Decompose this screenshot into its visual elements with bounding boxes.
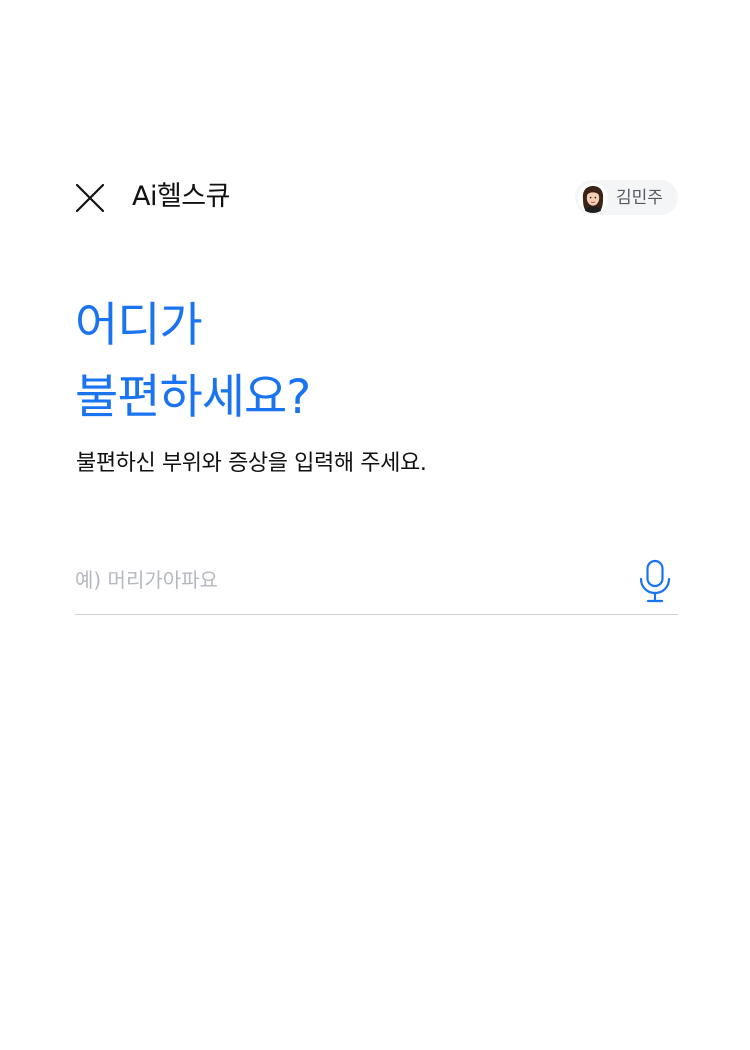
app-title: Ai헬스큐	[132, 181, 231, 212]
microphone-icon	[639, 559, 671, 603]
symptom-input[interactable]	[75, 562, 615, 598]
voice-input-button[interactable]	[637, 558, 673, 604]
headline-line-2: 불편하세요?	[75, 370, 311, 425]
headline-line-1: 어디가	[75, 298, 203, 353]
close-button[interactable]	[70, 178, 110, 218]
close-icon	[75, 183, 105, 213]
symptom-input-row	[75, 556, 678, 615]
page-title: 어디가 불편하세요?	[75, 290, 311, 434]
header: Ai헬스큐 김민주	[0, 170, 750, 226]
page-subtitle: 불편하신 부위와 증상을 입력해 주세요.	[76, 451, 427, 476]
user-name: 김민주	[616, 187, 663, 208]
avatar	[578, 182, 608, 213]
user-profile-chip[interactable]: 김민주	[575, 180, 678, 215]
